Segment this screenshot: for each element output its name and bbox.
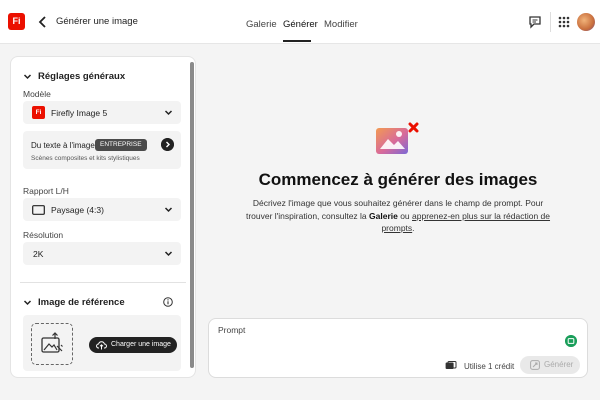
text-to-image-title: Du texte à l'image: [31, 141, 95, 150]
top-bar: Fi Générer une image Galerie Générer Mod…: [0, 0, 600, 44]
image-upload-icon: [41, 332, 63, 353]
tab-galerie[interactable]: Galerie: [246, 19, 277, 30]
credits-icon: [445, 361, 457, 369]
avatar[interactable]: [577, 13, 595, 31]
generate-button-label: Générer: [544, 360, 574, 369]
generate-button[interactable]: Générer: [520, 356, 580, 374]
resolution-label: Résolution: [23, 230, 64, 240]
credit-usage-text: Utilise 1 crédit: [464, 362, 515, 371]
chevron-down-icon: [164, 207, 173, 213]
general-settings-heading[interactable]: Réglages généraux: [38, 71, 125, 82]
reference-image-dropzone[interactable]: Charger une image: [23, 315, 181, 371]
generate-images-illustration: [376, 122, 419, 154]
text-to-image-card[interactable]: Du texte à l'image ENTREPRISE Scènes com…: [23, 131, 181, 169]
firefly-model-icon: Fi: [32, 106, 45, 119]
apps-grid-icon[interactable]: [557, 15, 571, 29]
firefly-logo[interactable]: Fi: [8, 13, 25, 30]
generate-icon: [530, 360, 540, 370]
gallery-link[interactable]: Galerie: [369, 211, 398, 221]
empty-state-headline: Commencez à générer des images: [258, 170, 538, 189]
desc-part2: ou: [397, 210, 413, 221]
active-tab-indicator: [283, 40, 311, 42]
image-upload-placeholder[interactable]: [31, 323, 73, 365]
landscape-ratio-icon: [32, 205, 45, 215]
prompt-label: Prompt: [218, 325, 246, 335]
aspect-ratio-select[interactable]: Paysage (4:3): [23, 198, 181, 221]
model-label: Modèle: [23, 89, 51, 99]
upload-image-label: Charger une image: [111, 341, 171, 348]
grammarly-icon[interactable]: [565, 335, 577, 347]
model-select[interactable]: Fi Firefly Image 5: [23, 101, 181, 124]
tab-modifier[interactable]: Modifier: [324, 19, 358, 30]
empty-state-description: Décrivez l'image que vous souhaitez géné…: [240, 197, 556, 235]
section-divider: [20, 282, 186, 283]
desc-part3: .: [412, 223, 415, 233]
header-divider: [550, 12, 551, 32]
model-value: Firefly Image 5: [51, 108, 108, 118]
chevron-down-icon: [164, 110, 173, 116]
info-icon[interactable]: [163, 297, 173, 307]
prompt-box[interactable]: Prompt Utilise 1 crédit Générer: [208, 318, 588, 378]
cloud-upload-icon: [96, 341, 107, 350]
reference-image-heading[interactable]: Image de référence: [38, 297, 125, 308]
upload-image-button[interactable]: Charger une image: [89, 337, 177, 353]
resolution-value: 2K: [33, 249, 44, 259]
chevron-left-icon[interactable]: [38, 15, 48, 29]
tab-generer[interactable]: Générer: [283, 19, 318, 30]
chat-icon[interactable]: [528, 15, 542, 29]
page-title: Générer une image: [56, 16, 138, 27]
arrow-right-icon[interactable]: [161, 138, 174, 151]
chevron-down-icon: [164, 251, 173, 257]
text-to-image-subtitle: Scènes composites et kits stylistiques: [31, 155, 140, 162]
aspect-ratio-label: Rapport L/H: [23, 186, 69, 196]
resolution-select[interactable]: 2K: [23, 242, 181, 265]
aspect-ratio-value: Paysage (4:3): [51, 205, 104, 215]
chevron-down-icon[interactable]: [23, 72, 32, 81]
chevron-down-icon[interactable]: [23, 298, 32, 307]
enterprise-badge: ENTREPRISE: [95, 139, 147, 151]
panel-scrollbar[interactable]: [190, 62, 194, 368]
